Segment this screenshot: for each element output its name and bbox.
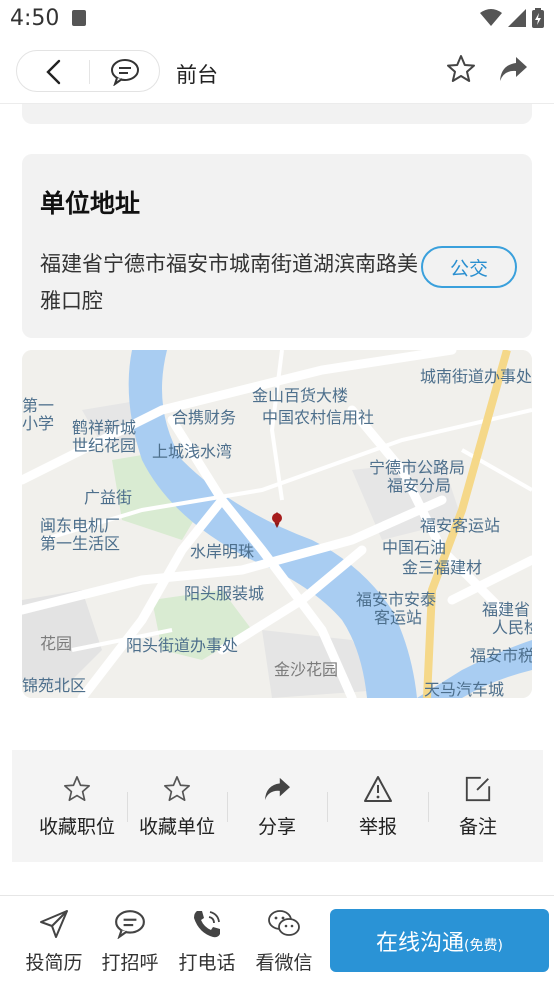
action-label: 收藏职位 [38, 816, 115, 838]
share-button[interactable] [498, 55, 528, 87]
address-title: 单位地址 [40, 189, 141, 218]
call-button[interactable]: 打电话 [168, 896, 246, 985]
chat-icon [113, 908, 147, 940]
map-label: 福建省 [482, 600, 531, 619]
signal-icon [508, 9, 526, 27]
map-label: 福安市税 [470, 646, 532, 665]
bottom-label: 打电话 [178, 952, 236, 974]
page-title: 前台 [176, 63, 218, 87]
map-label: 第一 [22, 396, 55, 415]
send-resume-button[interactable]: 投简历 [15, 896, 93, 985]
chevron-left-icon [46, 59, 61, 85]
bus-button[interactable]: 公交 [421, 246, 517, 288]
address-text: 福建省宁德市福安市城南街道湖滨南路美雅口腔 [40, 252, 418, 313]
map-label: 福安客运站 [420, 516, 501, 535]
back-button[interactable] [17, 51, 89, 93]
warning-icon [363, 774, 393, 804]
map-label: 金三福建材 [402, 558, 483, 577]
share-arrow-icon [500, 57, 527, 81]
view-wechat-button[interactable]: 看微信 [245, 896, 323, 985]
bottom-label: 看微信 [255, 952, 313, 974]
map-label: 小学 [22, 414, 55, 433]
bottom-bar: 投简历 打招呼 打电话 看微信 在线沟通 (免费) [0, 895, 554, 984]
map-label: 人民检 [492, 618, 532, 637]
bottom-label: 投简历 [25, 952, 83, 974]
battery-icon [532, 8, 544, 28]
map-view[interactable]: 金山百货大楼 中国农村信用社 合携财务 城南街道办事处 第一 小学 鹤祥新城 世… [22, 350, 532, 698]
map-label: 天马汽车城 [424, 680, 505, 698]
map-label: 福安分局 [387, 476, 452, 495]
previous-card [22, 104, 532, 124]
send-icon [37, 908, 71, 940]
address-card: 单位地址 福建省宁德市福安市城南街道湖滨南路美雅口腔 公交 [22, 154, 532, 338]
message-button[interactable] [90, 51, 160, 93]
map-label: 客运站 [374, 608, 423, 627]
map-label: 上城浅水湾 [152, 442, 233, 461]
notification-icon [72, 10, 86, 26]
chat-bubble-icon [111, 59, 139, 86]
online-chat-button[interactable]: 在线沟通 (免费) [330, 909, 549, 972]
map-label: 金沙花园 [274, 660, 339, 679]
share-action-button[interactable]: 分享 [227, 750, 327, 862]
map-label: 锦苑北区 [22, 676, 87, 695]
map-label: 闽东电机厂 [40, 516, 121, 535]
map-label: 福安市安泰 [356, 590, 437, 609]
map-label: 阳头街道办事处 [126, 636, 239, 655]
map-label: 宁德市公路局 [369, 458, 466, 477]
status-bar: 4:50 [0, 0, 554, 38]
status-time: 4:50 [10, 6, 60, 31]
favorite-job-button[interactable]: 收藏职位 [27, 750, 127, 862]
map-label: 金山百货大楼 [252, 386, 349, 405]
map-label: 广益街 [84, 488, 133, 507]
phone-icon [190, 908, 224, 940]
action-label: 分享 [257, 816, 296, 838]
action-label: 收藏单位 [138, 816, 215, 838]
action-row: 收藏职位 收藏单位 分享 举报 备注 [12, 750, 543, 862]
cta-label: 在线沟通 [376, 930, 465, 956]
map-label: 鹤祥新城 [72, 418, 137, 437]
note-button[interactable]: 备注 [428, 750, 528, 862]
favorite-button[interactable] [446, 54, 476, 88]
cta-sub-label: (免费) [464, 937, 503, 954]
map-label: 阳头服装城 [184, 584, 265, 603]
status-icons [480, 8, 544, 28]
map-label: 中国石油 [382, 538, 447, 557]
action-label: 备注 [458, 816, 497, 838]
star-icon [162, 774, 192, 804]
map-label: 世纪花园 [72, 436, 137, 455]
wechat-icon [267, 908, 301, 940]
star-icon [62, 774, 92, 804]
edit-icon [463, 774, 493, 804]
wifi-icon [480, 9, 502, 26]
nav-pill [16, 50, 160, 92]
top-nav: 前台 [0, 38, 554, 104]
map-label: 第一生活区 [40, 534, 121, 553]
bottom-label: 打招呼 [101, 952, 159, 974]
map-label: 合携财务 [172, 408, 237, 427]
share-icon [262, 774, 292, 804]
map-label: 中国农村信用社 [262, 408, 375, 427]
map-label: 城南街道办事处 [420, 367, 532, 386]
report-button[interactable]: 举报 [328, 750, 428, 862]
map-label: 水岸明珠 [190, 542, 255, 561]
star-icon [447, 55, 475, 82]
action-label: 举报 [358, 816, 397, 838]
greet-button[interactable]: 打招呼 [91, 896, 169, 985]
favorite-company-button[interactable]: 收藏单位 [127, 750, 227, 862]
map-label: 花园 [40, 634, 73, 653]
